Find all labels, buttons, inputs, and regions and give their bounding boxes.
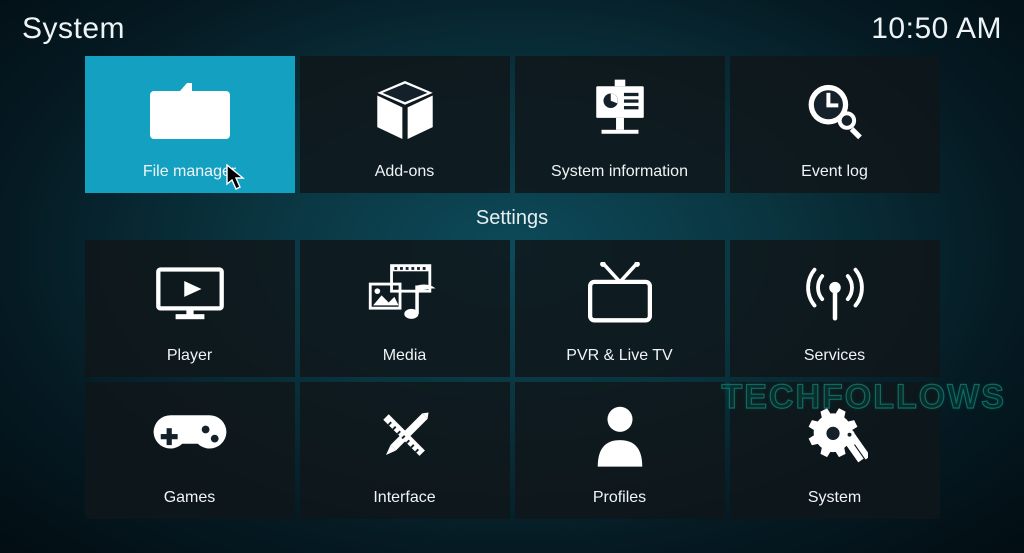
tile-system-information[interactable]: System information [515,56,725,193]
tile-games[interactable]: Games [85,382,295,519]
pencil-ruler-icon [300,382,510,489]
tile-label: Profiles [593,489,646,507]
settings-grid: Player Media [85,240,940,519]
tile-label: Event log [801,163,868,181]
media-stack-icon [300,240,510,347]
tile-event-log[interactable]: Event log [730,56,940,193]
broadcast-icon [730,240,940,347]
tile-interface[interactable]: Interface [300,382,510,519]
tile-services[interactable]: Services [730,240,940,377]
tile-player[interactable]: Player [85,240,295,377]
tile-system[interactable]: System [730,382,940,519]
tile-label: Player [167,347,212,365]
tile-pvr-live-tv[interactable]: PVR & Live TV [515,240,725,377]
clock-search-icon [730,56,940,163]
tile-media[interactable]: Media [300,240,510,377]
tile-add-ons[interactable]: Add-ons [300,56,510,193]
tv-icon [515,240,725,347]
tile-label: Interface [373,489,435,507]
box-icon [300,56,510,163]
tile-label: File manager [143,163,236,181]
tile-label: Media [383,347,427,365]
folder-icon [85,56,295,163]
gamepad-icon [85,382,295,489]
settings-section: Settings Player [0,193,1024,519]
clock: 10:50 AM [871,12,1002,46]
top-grid: File manager Add-ons [85,56,940,193]
tile-file-manager[interactable]: File manager [85,56,295,193]
tile-label: System information [551,163,688,181]
monitor-play-icon [85,240,295,347]
tile-label: System [808,489,861,507]
presentation-icon [515,56,725,163]
header-bar: System 10:50 AM [0,0,1024,56]
tile-label: Services [804,347,865,365]
tile-label: Games [164,489,216,507]
tile-label: Add-ons [375,163,435,181]
tile-profiles[interactable]: Profiles [515,382,725,519]
user-icon [515,382,725,489]
top-section: File manager Add-ons [0,56,1024,193]
settings-heading: Settings [476,207,548,230]
tile-label: PVR & Live TV [566,347,672,365]
page-title: System [22,12,125,46]
gear-tools-icon [730,382,940,489]
